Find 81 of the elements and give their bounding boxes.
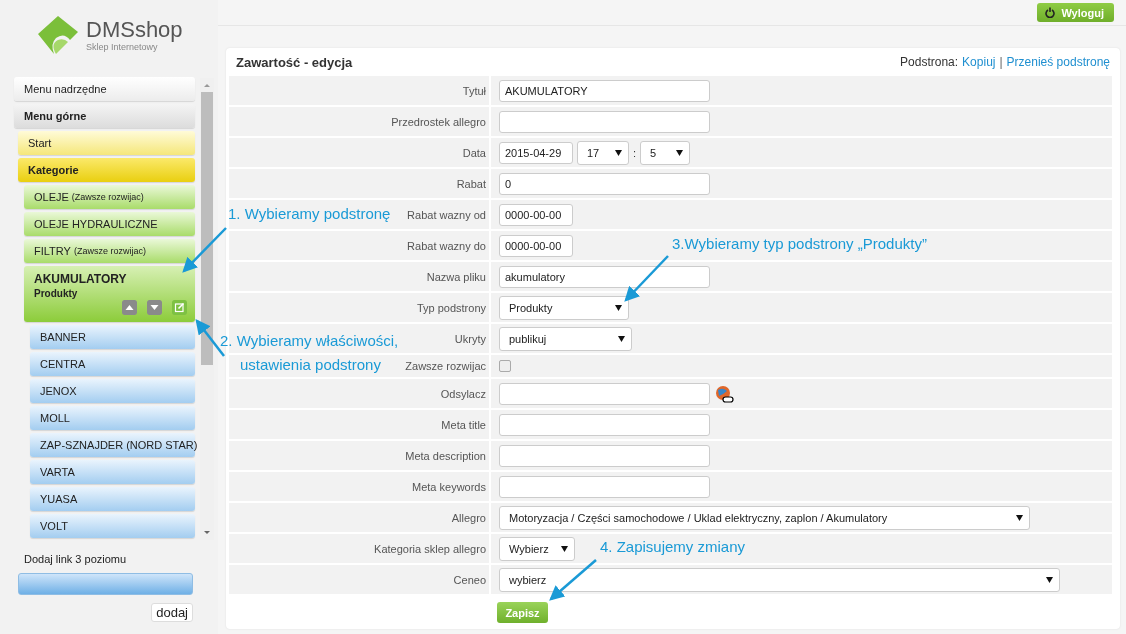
dropdown-caret-icon xyxy=(561,545,568,552)
text-field[interactable] xyxy=(499,475,710,498)
field-label: Przedrostek allegro xyxy=(229,107,491,136)
text-field[interactable] xyxy=(499,444,710,467)
sidebar-item[interactable]: OLEJE HYDRAULICZNE xyxy=(24,212,195,236)
field-label: Kategoria sklep allegro xyxy=(229,534,491,563)
select-field[interactable]: Motoryzacja / Części samochodowe / Uklad elektryczny, zaplon / Akumulatory xyxy=(499,505,1030,530)
sidebar-item[interactable]: VARTA xyxy=(30,460,195,484)
select-field[interactable]: Wybierz xyxy=(499,536,575,561)
sidebar-item[interactable]: MOLL xyxy=(30,406,195,430)
field-label: Allegro xyxy=(229,503,491,532)
dropdown-caret-icon xyxy=(615,304,622,311)
move-up-icon[interactable] xyxy=(122,300,137,315)
select-field[interactable]: wybierz xyxy=(499,567,1060,592)
edit-icon[interactable] xyxy=(172,300,187,315)
dropdown-caret-icon xyxy=(1046,576,1053,583)
field-label: Data xyxy=(229,138,491,167)
dropdown-caret-icon xyxy=(676,149,684,156)
text-field[interactable] xyxy=(499,413,710,436)
callout-arrow xyxy=(182,227,227,273)
checkbox[interactable] xyxy=(499,360,511,372)
annotation-text: 3.Wybieramy typ podstrony „Produkty” xyxy=(672,234,927,254)
field-label: Meta title xyxy=(229,410,491,439)
subpage-label: Podstrona: xyxy=(900,55,959,69)
move-link[interactable]: Przenieś podstronę xyxy=(1006,55,1110,69)
move-down-icon[interactable] xyxy=(147,300,162,315)
dropdown-caret-icon xyxy=(618,335,625,342)
sidebar-item[interactable]: Menu nadrzędne xyxy=(14,77,195,101)
field-label: Meta keywords xyxy=(229,472,491,501)
select-field[interactable]: Produkty xyxy=(499,295,629,320)
logo-tagline: Sklep Internetowy xyxy=(86,42,159,52)
annotation-text: 1. Wybieramy podstronę xyxy=(228,204,391,224)
add-link-label: Dodaj link 3 poziomu xyxy=(24,553,128,565)
globe-link-icon[interactable] xyxy=(714,383,734,404)
sidebar-item[interactable]: ZAP-SZNAJDER (NORD STAR) xyxy=(30,433,195,457)
card-title: Zawartość - edycja xyxy=(236,54,353,70)
field-label: Ceneo xyxy=(229,565,491,594)
sidebar-item[interactable]: Menu górne xyxy=(14,104,195,128)
annotation-text: 2. Wybieramy właściwości, xyxy=(220,331,399,351)
field-label: Typ podstrony xyxy=(229,293,491,322)
select-field[interactable]: publikuj xyxy=(499,326,632,351)
dropdown-caret-icon xyxy=(1016,514,1023,521)
sidebar-item[interactable]: Kategorie xyxy=(18,158,195,182)
sidebar-item[interactable]: OLEJE (Zawsze rozwijac) xyxy=(24,185,195,209)
new-link-field[interactable] xyxy=(18,573,193,595)
minute-select[interactable]: 5 xyxy=(640,140,691,165)
logo-icon xyxy=(36,14,80,56)
field-label: Meta description xyxy=(229,441,491,470)
callout-arrow xyxy=(549,559,597,601)
sidebar-item[interactable]: VOLT xyxy=(30,514,195,538)
field-label: Rabat wazny do xyxy=(229,231,491,260)
sidebar-item[interactable]: FILTRY (Zawsze rozwijac) xyxy=(24,239,195,263)
callout-arrow xyxy=(624,255,669,302)
sidebar-item[interactable]: Start xyxy=(18,131,195,155)
text-field[interactable] xyxy=(499,382,710,405)
text-field[interactable]: AKUMULATORY xyxy=(499,79,710,102)
hour-select[interactable]: 17 xyxy=(577,140,629,165)
sidebar-item[interactable]: AKUMULATORY Produkty xyxy=(24,266,195,322)
sidebar-item[interactable]: JENOX xyxy=(30,379,195,403)
date-field[interactable]: 0000-00-00 xyxy=(499,203,573,226)
field-label: Tytuł xyxy=(229,76,491,105)
dropdown-caret-icon xyxy=(615,149,622,156)
sidebar-item[interactable]: BANNER xyxy=(30,325,195,349)
copy-link[interactable]: Kopiuj xyxy=(962,55,996,69)
power-icon xyxy=(1045,7,1056,18)
field-label: Nazwa pliku xyxy=(229,262,491,291)
link-separator: | xyxy=(999,55,1003,69)
sidebar-item[interactable]: CENTRA xyxy=(30,352,195,376)
annotation-text: ustawienia podstrony xyxy=(240,355,381,375)
annotation-text: 4. Zapisujemy zmiany xyxy=(600,537,746,557)
time-separator: : xyxy=(633,146,637,159)
logo-name: DMSshop xyxy=(86,18,183,42)
field-label: Odsylacz xyxy=(229,379,491,408)
text-field[interactable] xyxy=(499,110,710,133)
date-field[interactable]: 0000-00-00 xyxy=(499,234,573,257)
text-field[interactable]: 0 xyxy=(499,172,710,195)
field-label: Rabat xyxy=(229,169,491,198)
sidebar-item[interactable]: YUASA xyxy=(30,487,195,511)
add-button[interactable]: dodaj xyxy=(151,603,193,622)
date-field[interactable]: 2015-04-29 xyxy=(499,141,573,164)
text-field[interactable]: akumulatory xyxy=(499,265,710,288)
